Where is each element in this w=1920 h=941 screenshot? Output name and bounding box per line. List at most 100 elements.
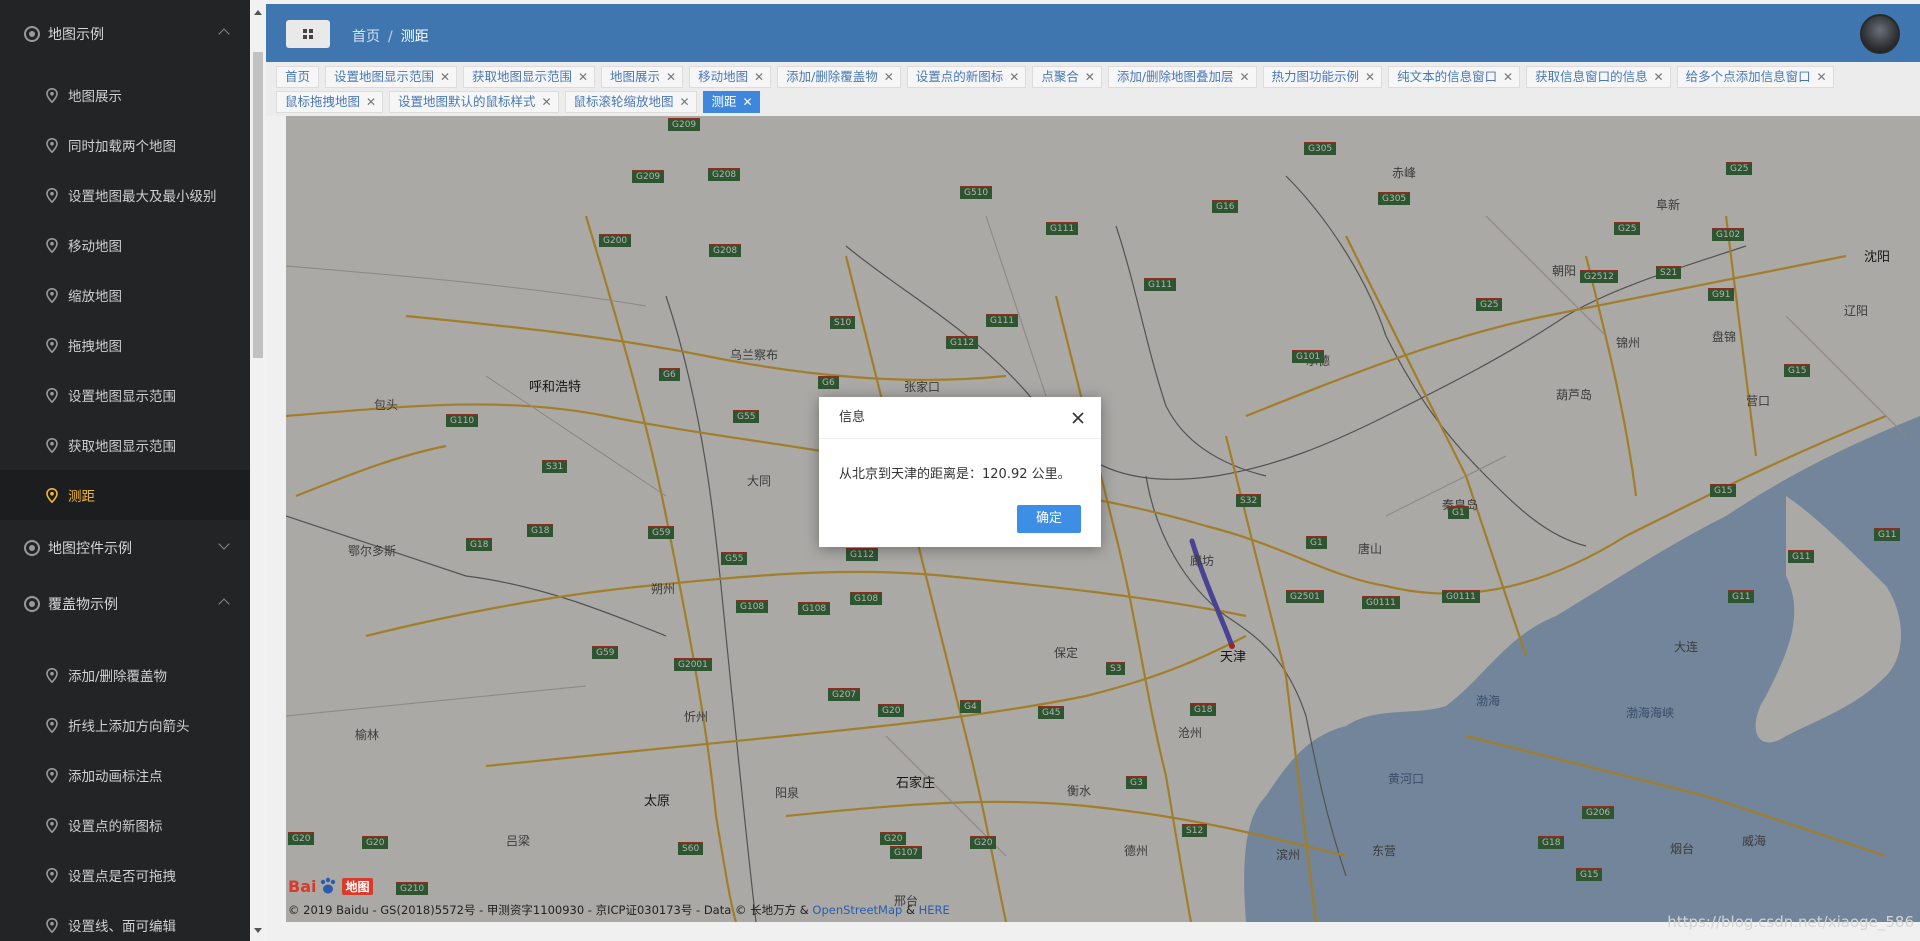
close-icon[interactable]: ✕ [1503,67,1513,87]
tab-label: 点聚合 [1041,69,1079,84]
tab-map-display[interactable]: 地图展示 ✕ [601,66,684,88]
tab-label: 鼠标拖拽地图 [285,94,361,109]
tab-label: 设置点的新图标 [915,69,1004,84]
scroll-up-arrow-icon[interactable] [254,10,262,15]
gear-icon [24,26,40,42]
confirm-button[interactable]: 确定 [1017,505,1081,533]
sidebar-group-map-examples[interactable]: 地图示例 [0,0,250,68]
sidebar-group-overlay-examples[interactable]: 覆盖物示例 [0,576,250,632]
tab-measure-distance[interactable]: 测距 ✕ [702,91,760,113]
scroll-down-arrow-icon[interactable] [254,928,262,933]
tab-home[interactable]: 首页 [276,66,320,88]
sidebar-item-add-remove-overlay[interactable]: 添加/删除覆盖物 [0,650,250,700]
tab-text-info-window[interactable]: 纯文本的信息窗口 ✕ [1388,66,1521,88]
sidebar-item-animated-marker[interactable]: 添加动画标注点 [0,750,250,800]
sidebar: 地图示例 地图展示 同时加载两个地图 设置地图最大及最小级别 移动地图 缩放地图… [0,0,250,941]
sidebar-submenu-map-examples: 地图展示 同时加载两个地图 设置地图最大及最小级别 移动地图 缩放地图 拖拽地图… [0,68,250,520]
close-icon[interactable]: ✕ [366,92,376,112]
tab-multi-info-window[interactable]: 给多个点添加信息窗口 ✕ [1676,66,1834,88]
tab-scroll-zoom[interactable]: 鼠标滚轮缩放地图 ✕ [564,91,697,113]
sidebar-item-get-bounds[interactable]: 获取地图显示范围 [0,420,250,470]
tab-new-marker-icon[interactable]: 设置点的新图标 ✕ [906,66,1027,88]
tab-heatmap[interactable]: 热力图功能示例 ✕ [1262,66,1383,88]
close-icon[interactable]: ✕ [1817,67,1827,87]
location-pin-icon [46,237,58,253]
map-canvas[interactable]: 呼和浩特 包头 乌兰察布 张家口 承德 赤峰 阜新 朝阳 锦州 盘锦 沈阳 辽阳… [286,116,1920,922]
watermark: https://blog.csdn.net/xiaoge_586 [1667,913,1914,931]
sidebar-item-two-maps[interactable]: 同时加载两个地图 [0,120,250,170]
close-icon[interactable]: ✕ [1365,67,1375,87]
chevron-up-icon [218,28,230,40]
tab-marker-cluster[interactable]: 点聚合 ✕ [1032,66,1102,88]
sidebar-scrollbar-thumb[interactable] [253,52,263,358]
tab-label: 设置地图默认的鼠标样式 [398,94,536,109]
location-pin-icon [46,387,58,403]
sidebar-item-label: 设置地图最大及最小级别 [68,189,217,205]
close-icon[interactable]: ✕ [754,67,764,87]
sidebar-item-editable-shapes[interactable]: 设置线、面可编辑 [0,900,250,941]
sidebar-item-label: 测距 [68,489,95,505]
sidebar-item-measure-distance[interactable]: 测距 [0,470,250,520]
sidebar-item-draggable-marker[interactable]: 设置点是否可拖拽 [0,850,250,900]
tab-label: 获取地图显示范围 [472,69,573,84]
close-icon[interactable]: ✕ [1085,67,1095,87]
baidu-logo: Bai 地图 [288,874,373,898]
sidebar-item-move-map[interactable]: 移动地图 [0,220,250,270]
tab-label: 添加/删除地图叠加层 [1116,69,1234,84]
close-icon[interactable]: ✕ [541,92,551,112]
openstreetmap-link[interactable]: OpenStreetMap [812,903,902,917]
tab-mouse-drag[interactable]: 鼠标拖拽地图 ✕ [276,91,384,113]
sidebar-item-label: 获取地图显示范围 [68,439,176,455]
tab-default-cursor[interactable]: 设置地图默认的鼠标样式 ✕ [389,91,559,113]
location-pin-icon [46,187,58,203]
tab-move-map[interactable]: 移动地图 ✕ [689,66,772,88]
copyright-amp: & [902,903,919,917]
here-link[interactable]: HERE [919,903,950,917]
dialog-message: 从北京到天津的距离是：120.92 公里。 [839,467,1071,482]
tab-label: 热力图功能示例 [1271,69,1360,84]
location-pin-icon [46,137,58,153]
top-header: 首页 / 测距 [266,4,1920,62]
sidebar-group-control-examples[interactable]: 地图控件示例 [0,520,250,576]
close-icon[interactable]: ✕ [679,92,689,112]
sidebar-item-map-display[interactable]: 地图展示 [0,70,250,120]
location-pin-icon [46,87,58,103]
close-icon[interactable]: ✕ [884,67,894,87]
menu-toggle-button[interactable] [286,20,330,48]
location-pin-icon [46,767,58,783]
location-pin-icon [46,287,58,303]
close-icon[interactable]: ✕ [743,92,753,112]
sidebar-item-set-bounds[interactable]: 设置地图显示范围 [0,370,250,420]
modal-backdrop[interactable] [286,116,1920,922]
location-pin-icon [46,867,58,883]
user-avatar[interactable] [1860,14,1900,54]
sidebar-item-drag-map[interactable]: 拖拽地图 [0,320,250,370]
close-icon[interactable]: ✕ [578,67,588,87]
close-icon[interactable]: ✕ [666,67,676,87]
close-icon[interactable]: ✕ [1009,67,1019,87]
sidebar-item-polyline-arrows[interactable]: 折线上添加方向箭头 [0,700,250,750]
tab-overlay-layers[interactable]: 添加/删除地图叠加层 ✕ [1107,66,1257,88]
close-icon[interactable] [1071,411,1085,425]
sidebar-group-label: 地图示例 [48,27,104,43]
baidu-paw-icon [321,877,336,894]
gear-icon [24,596,40,612]
baidu-logo-text: Bai [288,876,317,896]
sidebar-item-zoom-levels[interactable]: 设置地图最大及最小级别 [0,170,250,220]
copyright-text: © 2019 Baidu - GS(2018)5572号 - 甲测资字11009… [288,903,813,917]
tab-label: 测距 [711,94,737,109]
close-icon[interactable]: ✕ [1239,67,1249,87]
dialog-title: 信息 [839,410,866,425]
sidebar-group-label: 地图控件示例 [48,541,132,557]
tab-get-info-window[interactable]: 获取信息窗口的信息 ✕ [1526,66,1671,88]
tab-get-bounds[interactable]: 获取地图显示范围 ✕ [463,66,596,88]
tab-set-bounds[interactable]: 设置地图显示范围 ✕ [325,66,458,88]
breadcrumb-home[interactable]: 首页 [352,29,380,45]
gear-icon [24,540,40,556]
sidebar-item-zoom-map[interactable]: 缩放地图 [0,270,250,320]
breadcrumb-separator: / [388,29,393,45]
close-icon[interactable]: ✕ [440,67,450,87]
sidebar-item-new-marker-icon[interactable]: 设置点的新图标 [0,800,250,850]
tab-add-remove-overlay[interactable]: 添加/删除覆盖物 ✕ [777,66,901,88]
close-icon[interactable]: ✕ [1654,67,1664,87]
